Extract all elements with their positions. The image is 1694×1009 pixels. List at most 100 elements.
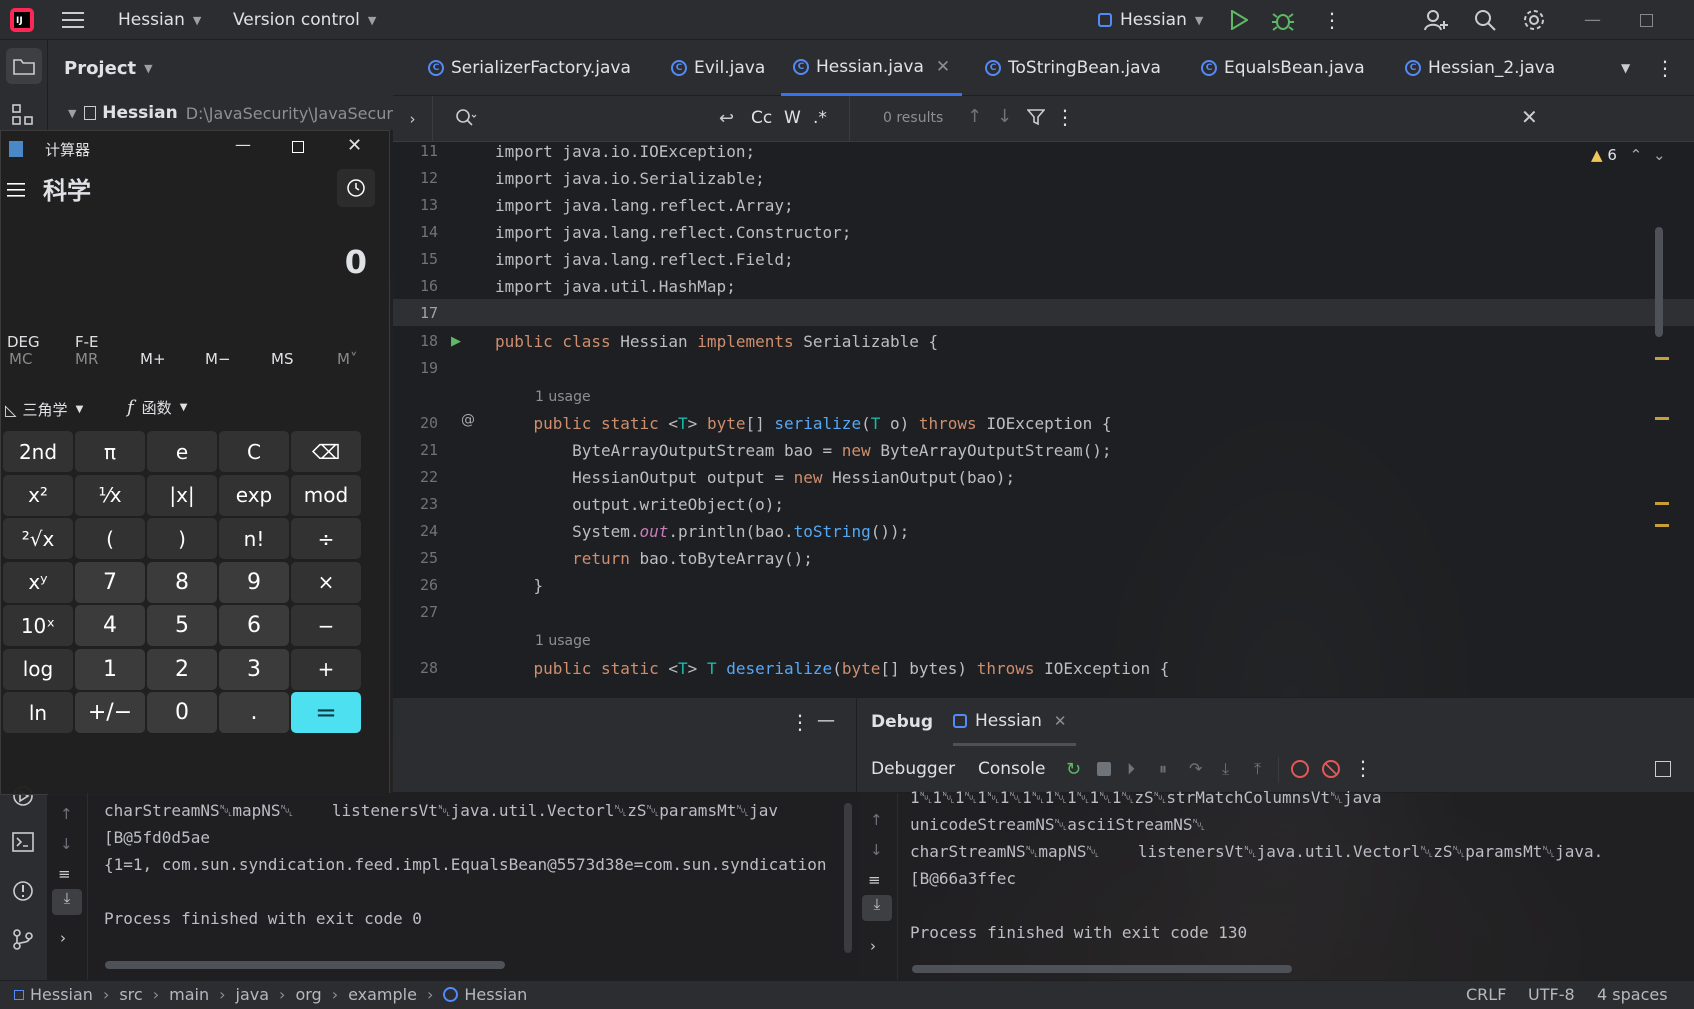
expand-icon[interactable]: › (60, 929, 66, 947)
expand-chevron-icon[interactable]: ▼ (68, 107, 76, 120)
expand-icon[interactable]: › (870, 937, 876, 955)
backspace-button[interactable]: ⌫ (291, 431, 361, 472)
calc-minimize-icon[interactable]: — (235, 135, 251, 154)
resume-icon[interactable]: ⏵ (1127, 759, 1135, 779)
indent-setting[interactable]: 4 spaces (1597, 985, 1668, 1004)
layout-settings-icon[interactable] (1655, 761, 1671, 777)
usage-hint[interactable]: 1 usage (535, 633, 591, 649)
settings-gear-icon[interactable] (1523, 0, 1545, 40)
nav-menu-icon[interactable] (7, 183, 25, 201)
run-icon[interactable] (1230, 0, 1248, 40)
mem-list-button[interactable]: M˅ (337, 350, 357, 368)
expand-replace-icon[interactable]: › (393, 96, 433, 142)
scroll-down-icon[interactable]: ↓ (870, 841, 883, 859)
digit-0-button[interactable]: 0 (147, 692, 217, 733)
tab-equalsbean[interactable]: C EqualsBean.java (1201, 40, 1365, 96)
second-button[interactable]: 2nd (3, 431, 73, 472)
close-find-icon[interactable]: ✕ (1521, 105, 1538, 129)
negate-button[interactable]: +/− (75, 692, 145, 733)
horizontal-scrollbar[interactable] (912, 965, 1292, 973)
warning-stripe-marker[interactable] (1655, 502, 1669, 505)
debug-tab[interactable]: Debug (871, 712, 933, 732)
e-button[interactable]: e (147, 431, 217, 472)
functions-dropdown[interactable]: f 函数 ▼ (127, 397, 187, 418)
breadcrumb-item[interactable]: example (348, 985, 417, 1004)
mod-button[interactable]: mod (291, 474, 361, 516)
pi-button[interactable]: π (75, 431, 145, 472)
ln-button[interactable]: ln (3, 692, 73, 733)
project-panel-header[interactable]: Project ▼ (48, 40, 393, 96)
chevron-down-icon[interactable]: ⌄ (1653, 146, 1666, 164)
previous-occurrence-icon[interactable]: ↑ (967, 106, 982, 127)
ten-power-button[interactable]: 10ˣ (3, 605, 73, 646)
run-console-left[interactable]: ↑ ↓ ≡ ⤓ › charStreamNS␀mapNS␀ listenersV… (48, 793, 858, 980)
view-breakpoints-icon[interactable] (1291, 760, 1309, 778)
clear-button[interactable]: C (219, 431, 289, 472)
open-paren-button[interactable]: ( (75, 518, 145, 559)
power-button[interactable]: xʸ (3, 561, 73, 603)
breadcrumb-item[interactable]: java (236, 985, 270, 1004)
scroll-to-end-icon[interactable]: ⤓ (52, 889, 82, 915)
editor-scrollbar[interactable] (1655, 227, 1663, 337)
project-switcher[interactable]: Hessian ▼ (118, 0, 201, 40)
debug-session-tab[interactable]: Hessian ✕ (953, 698, 1077, 746)
code-editor[interactable]: ▲ 6 ⌃ ⌄ 11 import java.io.IOException; 1… (393, 142, 1694, 697)
usage-hint[interactable]: 1 usage (535, 389, 591, 405)
intellij-logo-icon[interactable]: IJ (10, 0, 34, 40)
mute-breakpoints-icon[interactable] (1322, 760, 1340, 778)
warning-stripe-marker[interactable] (1655, 524, 1669, 527)
breadcrumb-item[interactable]: main (169, 985, 209, 1004)
abs-button[interactable]: |x| (147, 474, 217, 516)
digit-9-button[interactable]: 9 (219, 561, 289, 603)
panel-minimize-icon[interactable]: — (817, 710, 835, 731)
terminal-icon[interactable] (12, 832, 34, 856)
tab-serializerfactory[interactable]: C SerializerFactory.java (428, 40, 631, 96)
match-case-toggle[interactable]: Cc (751, 108, 772, 128)
breadcrumb-item[interactable]: Hessian (464, 985, 527, 1004)
regex-toggle[interactable]: .* (813, 108, 827, 128)
project-folder-icon[interactable] (6, 48, 42, 84)
calc-close-icon[interactable]: ✕ (347, 135, 362, 156)
debugger-tab[interactable]: Debugger (871, 759, 955, 779)
minimize-icon[interactable]: — (1584, 0, 1601, 40)
step-over-icon[interactable]: ↷ (1189, 759, 1202, 778)
history-icon[interactable] (337, 169, 375, 207)
mem-recall-button[interactable]: MR (75, 350, 98, 368)
fe-toggle[interactable]: F-E (75, 333, 99, 351)
sqrt-button[interactable]: ²√x (3, 518, 73, 559)
more-actions-icon[interactable]: ⋮ (1322, 0, 1342, 40)
soft-wrap-icon[interactable]: ≡ (58, 865, 71, 883)
debug-bug-icon[interactable] (1272, 0, 1294, 40)
square-button[interactable]: x² (3, 474, 73, 516)
divide-button[interactable]: ÷ (291, 518, 361, 559)
maximize-icon[interactable] (1640, 0, 1653, 40)
add-user-icon[interactable] (1424, 0, 1448, 40)
stop-icon[interactable] (1097, 762, 1111, 776)
file-encoding[interactable]: UTF-8 (1528, 985, 1575, 1004)
rerun-icon[interactable]: ↻ (1066, 759, 1081, 780)
chevron-up-icon[interactable]: ⌃ (1630, 146, 1643, 164)
tab-hessian-2[interactable]: C Hessian_2.java (1405, 40, 1555, 96)
project-tree-root[interactable]: ▼ Hessian D:\JavaSecurity\JavaSecur (48, 96, 393, 130)
horizontal-scrollbar[interactable] (105, 961, 505, 969)
run-gutter-icon[interactable]: ▶ (451, 334, 461, 349)
main-menu-icon[interactable] (62, 0, 84, 40)
warning-stripe-marker[interactable] (1655, 357, 1669, 360)
close-paren-button[interactable]: ) (147, 518, 217, 559)
log-button[interactable]: log (3, 648, 73, 690)
search-icon[interactable] (1474, 0, 1496, 40)
panel-options-icon[interactable]: ⋮ (790, 710, 810, 734)
tabs-more-icon[interactable]: ⋮ (1655, 40, 1675, 96)
step-into-icon[interactable]: ⤓ (1222, 759, 1229, 779)
mem-store-button[interactable]: MS (271, 350, 293, 368)
scroll-down-icon[interactable]: ↓ (60, 835, 73, 853)
tab-tostringbean[interactable]: C ToStringBean.java (985, 40, 1161, 96)
factorial-button[interactable]: n! (219, 518, 289, 559)
line-separator[interactable]: CRLF (1466, 985, 1506, 1004)
mem-add-button[interactable]: M+ (140, 350, 166, 368)
scroll-up-icon[interactable]: ↑ (870, 811, 883, 829)
soft-wrap-icon[interactable]: ≡ (868, 871, 881, 889)
multiply-button[interactable]: × (291, 561, 361, 603)
vcs-menu[interactable]: Version control ▼ (233, 0, 376, 40)
run-config-selector[interactable]: Hessian ▼ (1098, 0, 1203, 40)
